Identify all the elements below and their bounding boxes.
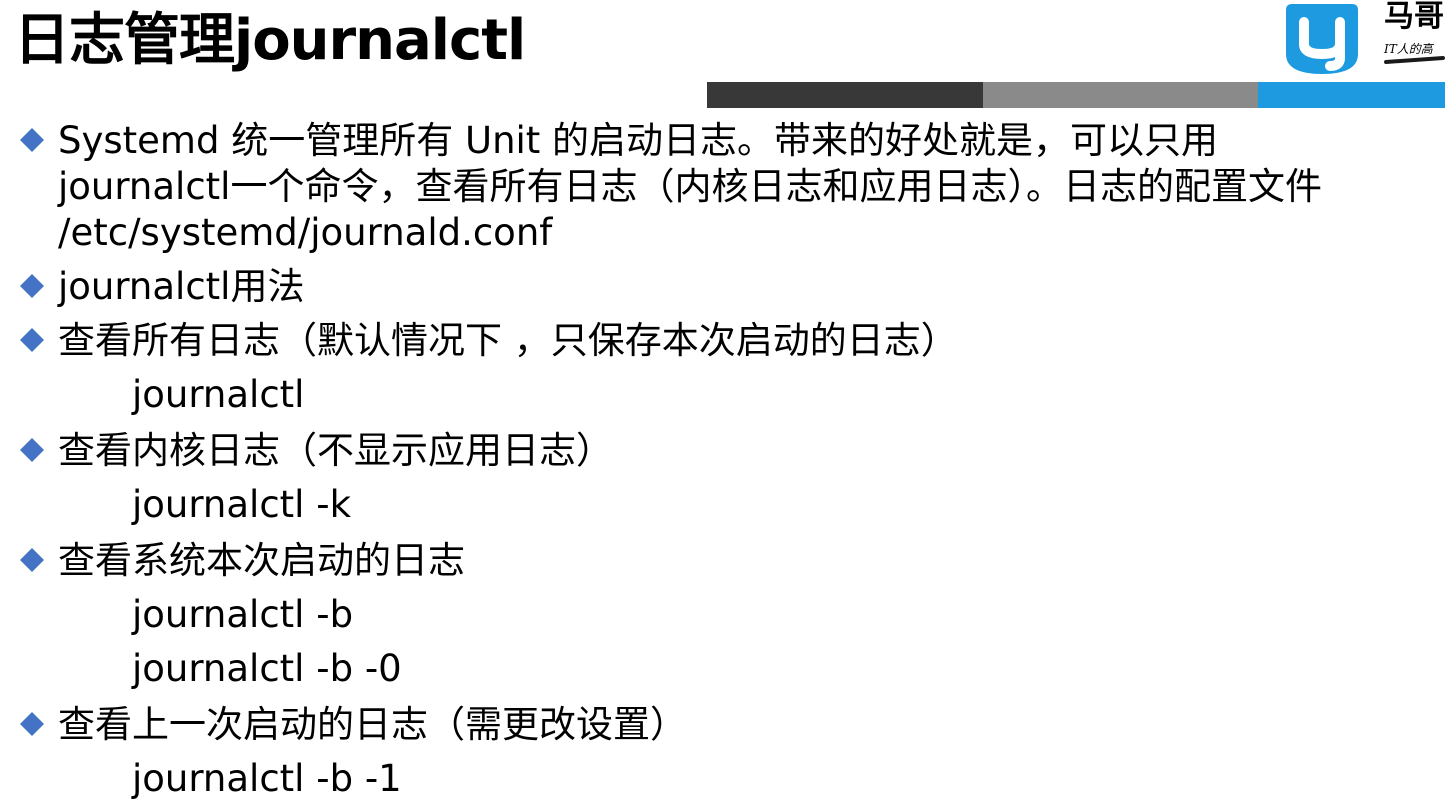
header-bar-segment-dark bbox=[707, 82, 983, 108]
diamond-bullet-icon bbox=[20, 274, 44, 298]
logo-slogan: IT人的高 bbox=[1384, 42, 1433, 56]
diamond-bullet-icon bbox=[20, 548, 44, 572]
diamond-bullet-icon bbox=[20, 712, 44, 736]
usage-heading: journalctl用法 bbox=[58, 265, 305, 308]
list-item-previous-boot-logs: 查看上一次启动的日志（需更改设置） bbox=[0, 702, 1445, 748]
item-description: 查看内核日志（不显示应用日志） bbox=[58, 429, 613, 472]
diamond-bullet-icon bbox=[20, 328, 44, 352]
header-bar-segment-blue bbox=[1258, 82, 1445, 108]
logo-brand-name: 马哥 bbox=[1384, 0, 1444, 34]
list-item-kernel-logs: 查看内核日志（不显示应用日志） bbox=[0, 428, 1445, 474]
item-description: 查看系统本次启动的日志 bbox=[58, 539, 465, 582]
list-item-all-logs: 查看所有日志（默认情况下 ，只保存本次启动的日志） bbox=[0, 318, 1445, 364]
slide-title: 日志管理journalctl bbox=[14, 8, 526, 73]
logo-underline bbox=[1384, 55, 1445, 65]
slide-body: Systemd 统一管理所有 Unit 的启动日志。带来的好处就是，可以只用 j… bbox=[0, 118, 1445, 802]
command-line: journalctl -b bbox=[132, 593, 354, 636]
command-line: journalctl bbox=[132, 373, 305, 416]
item-description: 查看所有日志（默认情况下 ，只保存本次启动的日志） bbox=[58, 319, 958, 362]
list-item-current-boot-logs: 查看系统本次启动的日志 bbox=[0, 538, 1445, 584]
brand-logo: 马哥 IT人的高 bbox=[1278, 0, 1445, 78]
header-color-bar bbox=[707, 82, 1445, 108]
header-bar-segment-gray bbox=[983, 82, 1258, 108]
list-item-usage: journalctl用法 bbox=[0, 264, 1445, 310]
diamond-bullet-icon bbox=[20, 128, 44, 152]
command-line: journalctl -k bbox=[132, 483, 352, 526]
command-line: journalctl -b -1 bbox=[132, 757, 402, 800]
command-line: journalctl -b -0 bbox=[132, 647, 402, 690]
diamond-bullet-icon bbox=[20, 438, 44, 462]
magedu-g-logo-icon bbox=[1286, 4, 1358, 74]
intro-line-1: Systemd 统一管理所有 Unit 的启动日志。带来的好处就是，可以只用 bbox=[58, 119, 1219, 162]
item-description: 查看上一次启动的日志（需更改设置） bbox=[58, 703, 687, 746]
intro-line-3-config-path: /etc/systemd/journald.conf bbox=[58, 211, 553, 254]
intro-line-2: journalctl一个命令，查看所有日志（内核日志和应用日志）。日志的配置文件 bbox=[58, 165, 1322, 208]
list-item-intro: Systemd 统一管理所有 Unit 的启动日志。带来的好处就是，可以只用 j… bbox=[0, 118, 1445, 256]
